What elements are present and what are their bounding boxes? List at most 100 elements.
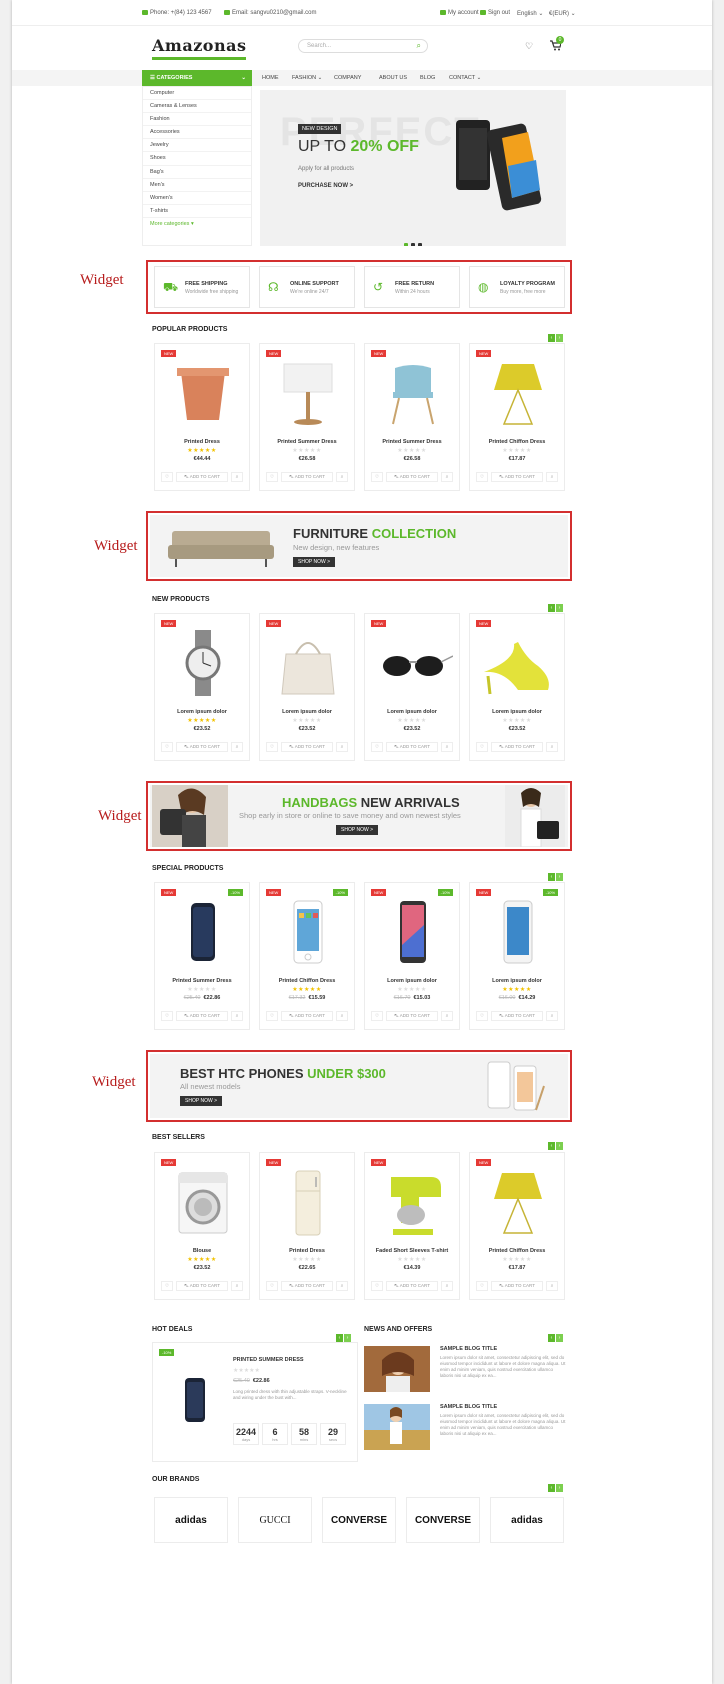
language-select[interactable]: English ⌄: [517, 10, 543, 17]
add-to-cart-button[interactable]: ⛍ ADD TO CART: [491, 742, 543, 752]
product-name[interactable]: Printed Dress: [155, 439, 249, 445]
quick-view-search-icon[interactable]: ⌕: [441, 1281, 453, 1291]
product-image[interactable]: [163, 1167, 243, 1237]
product-name[interactable]: Printed Chiffon Dress: [470, 1248, 564, 1254]
product-name[interactable]: Faded Short Sleeves T-shirt: [365, 1248, 459, 1254]
deal-name[interactable]: PRINTED SUMMER DRESS: [233, 1357, 304, 1363]
product-image[interactable]: [373, 897, 453, 967]
product-card[interactable]: NEW Lorem ipsum dolor ★★★★★ €23.52 ♡ ⛍ A…: [154, 613, 250, 761]
product-name[interactable]: Printed Chiffon Dress: [470, 439, 564, 445]
quick-view-search-icon[interactable]: ⌕: [546, 1281, 558, 1291]
category-item[interactable]: Fashion: [143, 113, 251, 127]
wishlist-heart-icon[interactable]: ♡: [161, 742, 173, 752]
product-card[interactable]: NEW Printed Dress ★★★★★ €44.44 ♡ ⛍ ADD T…: [154, 343, 250, 491]
add-to-cart-button[interactable]: ⛍ ADD TO CART: [491, 1281, 543, 1291]
wishlist-heart-icon[interactable]: ♡: [266, 1011, 278, 1021]
my-account-link[interactable]: My account: [440, 10, 479, 16]
add-to-cart-button[interactable]: ⛍ ADD TO CART: [281, 472, 333, 482]
category-item[interactable]: T-shirts: [143, 205, 251, 218]
wishlist-heart-icon[interactable]: ♡: [476, 1011, 488, 1021]
product-card[interactable]: NEW Printed Summer Dress ★★★★★ €26.58 ♡ …: [364, 343, 460, 491]
brand-logo[interactable]: adidas: [490, 1497, 564, 1543]
wishlist-heart-icon[interactable]: ♡: [371, 742, 383, 752]
wishlist-heart-icon[interactable]: ♡: [476, 742, 488, 752]
carousel-arrows[interactable]: ‹ ›: [548, 596, 564, 612]
carousel-arrows[interactable]: ‹ ›: [548, 1134, 564, 1150]
hero-slider[interactable]: PERFECT NEW DESIGN UP TO 20% OFF Apply f…: [260, 90, 566, 246]
product-name[interactable]: Printed Summer Dress: [365, 439, 459, 445]
product-name[interactable]: Printed Summer Dress: [260, 439, 354, 445]
wishlist-heart-icon[interactable]: ♡: [161, 1011, 173, 1021]
sign-out-link[interactable]: Sign out: [480, 10, 510, 16]
category-item[interactable]: Computer: [143, 87, 251, 101]
quick-view-search-icon[interactable]: ⌕: [336, 1281, 348, 1291]
product-card[interactable]: NEW -10% Printed Chiffon Dress ★★★★★ €17…: [259, 882, 355, 1030]
nav-fashion[interactable]: FASHION ⌄: [292, 75, 322, 81]
carousel-arrows[interactable]: ‹ ›: [548, 326, 564, 342]
product-name[interactable]: Lorem ipsum dolor: [155, 709, 249, 715]
add-to-cart-button[interactable]: ⛍ ADD TO CART: [281, 1011, 333, 1021]
product-card[interactable]: NEW Printed Summer Dress ★★★★★ €26.58 ♡ …: [259, 343, 355, 491]
product-image[interactable]: [163, 897, 243, 967]
phones-banner[interactable]: BEST HTC PHONES UNDER $300 All newest mo…: [150, 1054, 568, 1118]
hot-deal-card[interactable]: -10% PRINTED SUMMER DRESS ★★★★★ €25.40 €2…: [152, 1342, 358, 1462]
news-image[interactable]: [364, 1404, 430, 1450]
quick-view-search-icon[interactable]: ⌕: [231, 472, 243, 482]
product-image[interactable]: [163, 628, 243, 698]
currency-select[interactable]: €(EUR) ⌄: [549, 10, 576, 17]
quick-view-search-icon[interactable]: ⌕: [336, 742, 348, 752]
product-name[interactable]: Printed Dress: [260, 1248, 354, 1254]
wishlist-heart-icon[interactable]: ♡: [266, 742, 278, 752]
product-card[interactable]: NEW Printed Dress ★★★★★ €22.65 ♡ ⛍ ADD T…: [259, 1152, 355, 1300]
product-name[interactable]: Blouse: [155, 1248, 249, 1254]
wishlist-heart-icon[interactable]: ♡: [476, 472, 488, 482]
product-card[interactable]: NEW Faded Short Sleeves T-shirt ★★★★★ €1…: [364, 1152, 460, 1300]
more-categories-link[interactable]: More categories ▾: [143, 218, 251, 231]
product-card[interactable]: NEW Lorem ipsum dolor ★★★★★ €23.52 ♡ ⛍ A…: [469, 613, 565, 761]
nav-about-us[interactable]: ABOUT US: [379, 75, 407, 81]
add-to-cart-button[interactable]: ⛍ ADD TO CART: [491, 472, 543, 482]
add-to-cart-button[interactable]: ⛍ ADD TO CART: [176, 1011, 228, 1021]
news-title-link[interactable]: SAMPLE BLOG TITLE: [440, 1346, 497, 1352]
category-item[interactable]: Jewelry: [143, 139, 251, 153]
wishlist-heart-icon[interactable]: ♡: [371, 1281, 383, 1291]
quick-view-search-icon[interactable]: ⌕: [441, 1011, 453, 1021]
add-to-cart-button[interactable]: ⛍ ADD TO CART: [176, 1281, 228, 1291]
heart-icon[interactable]: ♡: [525, 41, 533, 52]
add-to-cart-button[interactable]: ⛍ ADD TO CART: [386, 742, 438, 752]
add-to-cart-button[interactable]: ⛍ ADD TO CART: [386, 1281, 438, 1291]
product-name[interactable]: Printed Summer Dress: [155, 978, 249, 984]
product-card[interactable]: NEW -10% Lorem ipsum dolor ★★★★★ €16.00 €…: [469, 882, 565, 1030]
brand-logo[interactable]: CONVERSE: [406, 1497, 480, 1543]
wishlist-heart-icon[interactable]: ♡: [161, 472, 173, 482]
category-item[interactable]: Men's: [143, 179, 251, 192]
product-image[interactable]: [373, 628, 453, 698]
quick-view-search-icon[interactable]: ⌕: [546, 1011, 558, 1021]
product-card[interactable]: NEW Blouse ★★★★★ €23.52 ♡ ⛍ ADD TO CART …: [154, 1152, 250, 1300]
add-to-cart-button[interactable]: ⛍ ADD TO CART: [176, 472, 228, 482]
nav-home[interactable]: HOME: [262, 75, 279, 81]
wishlist-heart-icon[interactable]: ♡: [266, 472, 278, 482]
category-item[interactable]: Cameras & Lenses: [143, 100, 251, 114]
product-image[interactable]: [268, 1167, 348, 1237]
add-to-cart-button[interactable]: ⛍ ADD TO CART: [386, 472, 438, 482]
product-image[interactable]: [478, 358, 558, 428]
carousel-arrows[interactable]: ‹ ›: [548, 1476, 564, 1492]
product-card[interactable]: NEW -10% Lorem ipsum dolor ★★★★★ €16.70 €…: [364, 882, 460, 1030]
shop-now-button[interactable]: SHOP NOW >: [180, 1096, 222, 1106]
quick-view-search-icon[interactable]: ⌕: [336, 1011, 348, 1021]
add-to-cart-button[interactable]: ⛍ ADD TO CART: [386, 1011, 438, 1021]
wishlist-heart-icon[interactable]: ♡: [371, 1011, 383, 1021]
carousel-arrows[interactable]: ‹ ›: [548, 865, 564, 881]
product-name[interactable]: Lorem ipsum dolor: [260, 709, 354, 715]
brand-logo[interactable]: GUCCI: [238, 1497, 312, 1543]
nav-contact[interactable]: CONTACT ⌄: [449, 75, 481, 81]
brand-logo[interactable]: adidas: [154, 1497, 228, 1543]
add-to-cart-button[interactable]: ⛍ ADD TO CART: [281, 742, 333, 752]
search-input[interactable]: Search... ⌕: [298, 39, 428, 53]
category-item[interactable]: Bag's: [143, 166, 251, 179]
product-name[interactable]: Printed Chiffon Dress: [260, 978, 354, 984]
product-image[interactable]: [478, 628, 558, 698]
product-image[interactable]: [163, 358, 243, 428]
quick-view-search-icon[interactable]: ⌕: [336, 472, 348, 482]
